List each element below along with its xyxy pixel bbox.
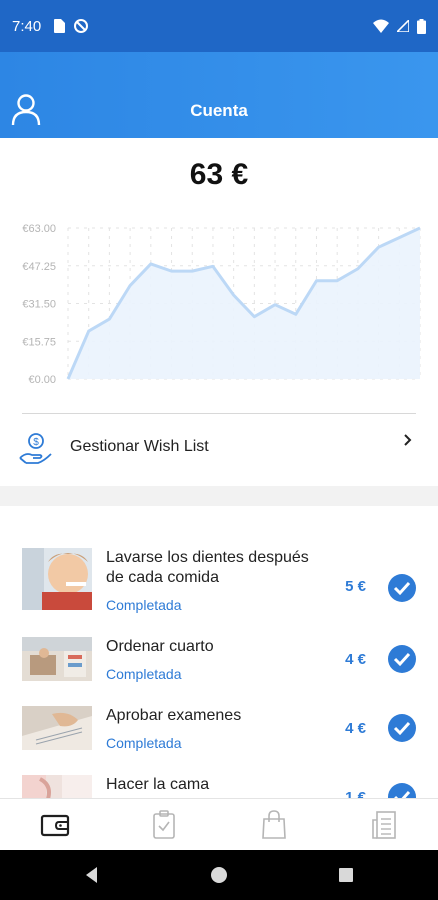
balance-amount: 63 € xyxy=(189,158,249,191)
y-tick-label: €31.50 xyxy=(22,299,56,311)
y-tick-label: €47.25 xyxy=(22,261,56,273)
check-circle-icon[interactable] xyxy=(388,645,416,673)
y-tick-label: €0.00 xyxy=(28,374,56,386)
app-header: Cuenta xyxy=(0,52,438,138)
sim-card-icon xyxy=(54,19,66,33)
task-status: Completada xyxy=(106,666,182,682)
task-title: Ordenar cuarto xyxy=(106,638,214,655)
task-title: Hacer la cama xyxy=(106,776,210,793)
task-reward: 4 € xyxy=(345,720,366,737)
y-tick-label: €63.00 xyxy=(22,223,56,235)
history-receipt-icon xyxy=(372,811,396,839)
balance-chart-svg: €63.00 €47.25 €31.50 €15.75 €0.00 xyxy=(22,223,421,386)
tasks-clipboard-icon xyxy=(153,810,175,839)
battery-icon xyxy=(417,18,426,34)
system-navigation-bar xyxy=(0,850,438,900)
check-circle-icon[interactable] xyxy=(388,714,416,742)
back-icon[interactable] xyxy=(82,865,102,885)
tab-tasks[interactable] xyxy=(144,809,184,841)
manage-wishlist-row[interactable]: $ Gestionar Wish List xyxy=(0,414,438,486)
task-reward: 5 € xyxy=(345,578,366,595)
task-title: Lavarse los dientes después de cada comi… xyxy=(106,549,309,586)
y-tick-label: €15.75 xyxy=(22,336,56,348)
status-bar: 7:40 xyxy=(0,0,438,52)
task-item[interactable]: Ordenar cuarto Completada 4 € xyxy=(0,633,438,703)
task-item[interactable]: Aprobar examenes Completada 4 € xyxy=(0,702,438,772)
chevron-right-icon xyxy=(404,434,412,446)
bottom-navigation xyxy=(0,798,438,850)
task-reward: 4 € xyxy=(345,651,366,668)
task-status: Completada xyxy=(106,597,182,613)
tab-wallet[interactable] xyxy=(35,809,75,841)
status-time: 7:40 xyxy=(12,17,42,35)
money-hand-icon: $ xyxy=(19,433,52,464)
check-circle-icon[interactable] xyxy=(388,783,416,798)
task-reward: 1 € xyxy=(345,789,366,798)
data-saver-icon xyxy=(74,19,89,33)
recents-icon[interactable] xyxy=(336,865,356,885)
task-list: Lavarse los dientes después de cada comi… xyxy=(0,506,438,798)
task-item[interactable]: Hacer la cama 1 € xyxy=(0,771,438,798)
tab-shop[interactable] xyxy=(254,809,294,841)
task-status: Completada xyxy=(106,735,182,751)
wallet-icon xyxy=(40,814,70,837)
page-title: Cuenta xyxy=(190,101,248,120)
check-circle-icon[interactable] xyxy=(388,574,416,602)
task-thumbnail xyxy=(22,548,92,610)
task-item[interactable]: Lavarse los dientes después de cada comi… xyxy=(0,544,438,614)
balance-chart: €63.00 €47.25 €31.50 €15.75 €0.00 xyxy=(0,212,438,397)
svg-text:$: $ xyxy=(33,437,39,448)
home-icon[interactable] xyxy=(209,865,229,885)
section-separator xyxy=(0,486,438,506)
status-notification-icons xyxy=(53,18,89,34)
task-thumbnail xyxy=(22,637,92,681)
status-system-icons xyxy=(373,18,426,34)
task-title: Aprobar examenes xyxy=(106,707,242,724)
task-thumbnail xyxy=(22,775,92,798)
task-thumbnail xyxy=(22,706,92,750)
wifi-icon xyxy=(373,19,389,33)
wishlist-label: Gestionar Wish List xyxy=(70,438,209,455)
signal-icon xyxy=(397,20,409,32)
shopping-bag-icon xyxy=(262,810,286,839)
tab-history[interactable] xyxy=(364,809,404,841)
